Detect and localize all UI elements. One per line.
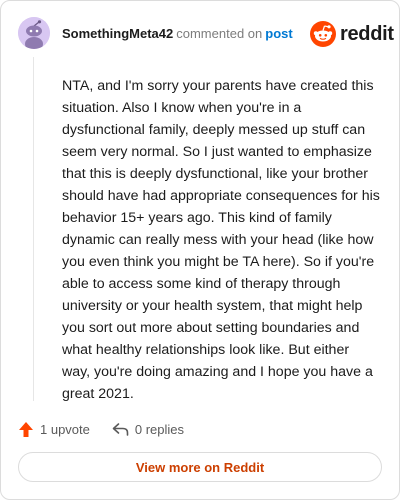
post-link[interactable]: post bbox=[265, 26, 292, 41]
comment-card: SomethingMeta42 commented on post reddit N… bbox=[0, 0, 400, 500]
reddit-snoo-icon bbox=[310, 21, 336, 47]
reddit-logo[interactable]: reddit bbox=[310, 21, 394, 47]
user-avatar[interactable] bbox=[18, 17, 50, 49]
snoo-avatar-icon bbox=[18, 17, 50, 49]
reply-arrow-icon bbox=[112, 422, 129, 436]
upvote-button[interactable]: 1 upvote bbox=[18, 421, 90, 438]
upvote-arrow-icon bbox=[19, 421, 33, 437]
commented-on-text: commented on bbox=[176, 26, 263, 41]
comment-actions: 1 upvote 0 replies bbox=[18, 419, 184, 439]
thread-line bbox=[33, 57, 34, 401]
upvote-count: 1 upvote bbox=[40, 421, 90, 437]
comment-header: SomethingMeta42 commented on post bbox=[62, 26, 293, 41]
comment-body: NTA, and I'm sorry your parents have cre… bbox=[62, 78, 380, 402]
reddit-wordmark: reddit bbox=[340, 22, 394, 45]
replies-button[interactable]: 0 replies bbox=[112, 422, 184, 437]
username[interactable]: SomethingMeta42 bbox=[62, 26, 173, 41]
replies-count: 0 replies bbox=[134, 421, 185, 437]
view-more-on-reddit-button[interactable]: View more on Reddit bbox=[18, 452, 382, 482]
